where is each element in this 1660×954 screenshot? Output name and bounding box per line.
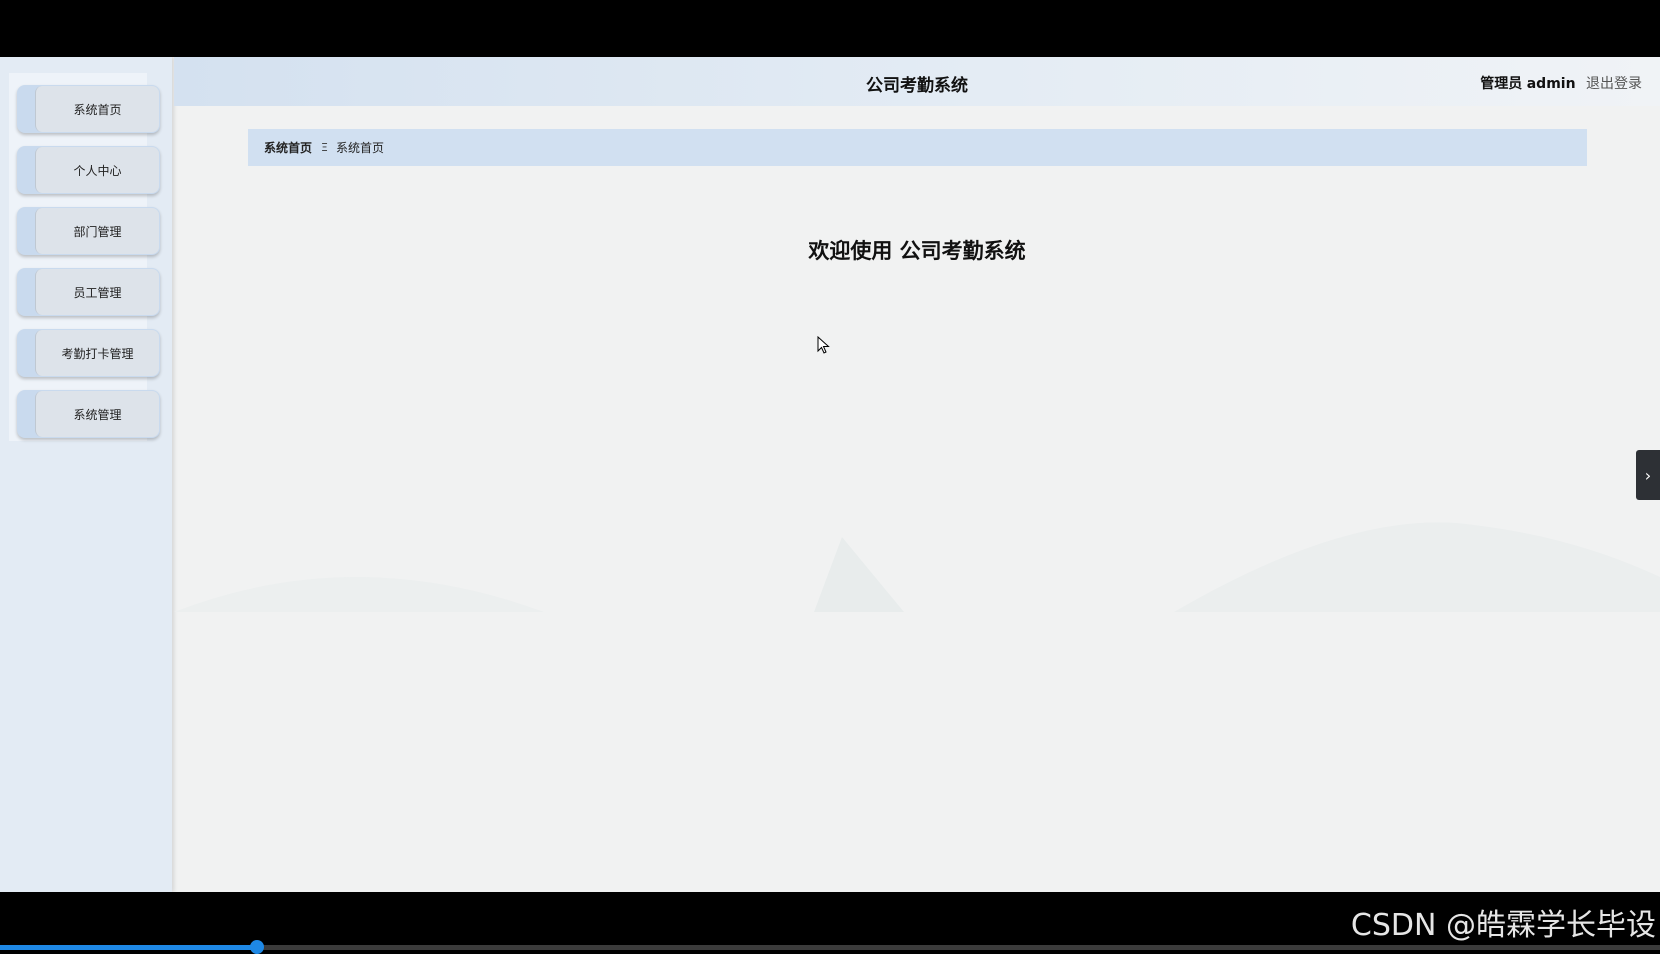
background-mountains-decoration [174,522,1660,612]
sidebar-item-label: 系统首页 [35,86,159,132]
welcome-system-name: 公司考勤系统 [899,239,1026,263]
breadcrumb: 系统首页 Ξ 系统首页 [248,129,1587,166]
video-progress-handle[interactable] [250,940,265,954]
user-role: 管理员 [1480,76,1523,92]
sidebar: 系统首页 个人中心 部门管理 员工管理 考勤打卡管理 系统管理 [0,57,172,892]
sidebar-item-home[interactable]: 系统首页 [17,85,160,133]
sidebar-item-profile[interactable]: 个人中心 [17,146,160,194]
sidebar-item-label: 系统管理 [35,391,159,437]
user-area: 管理员 admin 退出登录 [1480,73,1642,93]
sidebar-item-attendance[interactable]: 考勤打卡管理 [17,329,160,377]
watermark: CSDN @皓霖学长毕设 [1350,908,1656,943]
sidebar-item-label: 部门管理 [35,208,159,254]
page-title: 公司考勤系统 [866,76,968,96]
expand-panel-button[interactable]: › [1636,450,1660,500]
user-name: admin [1526,76,1576,92]
chevron-right-icon: › [1644,465,1652,485]
sidebar-item-label: 员工管理 [35,269,159,315]
breadcrumb-current: 系统首页 [335,141,384,155]
breadcrumb-root[interactable]: 系统首页 [264,139,312,156]
video-progress-fill [0,945,258,950]
welcome-heading: 欢迎使用 公司考勤系统 [174,235,1660,265]
welcome-prefix: 欢迎使用 [808,239,893,263]
video-bottom-bar: CSDN @皓霖学长毕设 [0,892,1660,954]
mouse-cursor-icon [817,336,830,354]
breadcrumb-separator-icon: Ξ [321,141,328,154]
sidebar-item-label: 个人中心 [35,147,159,193]
sidebar-item-label: 考勤打卡管理 [35,330,159,376]
admin-app: 系统首页 个人中心 部门管理 员工管理 考勤打卡管理 系统管理 公司考勤系统 管… [0,57,1660,892]
sidebar-item-departments[interactable]: 部门管理 [17,207,160,255]
logout-link[interactable]: 退出登录 [1586,76,1642,92]
top-header: 公司考勤系统 管理员 admin 退出登录 [174,57,1660,106]
sidebar-item-system[interactable]: 系统管理 [17,390,160,438]
sidebar-item-employees[interactable]: 员工管理 [17,268,160,316]
video-progress-bar[interactable] [0,940,1660,954]
video-top-bar [0,0,1660,57]
